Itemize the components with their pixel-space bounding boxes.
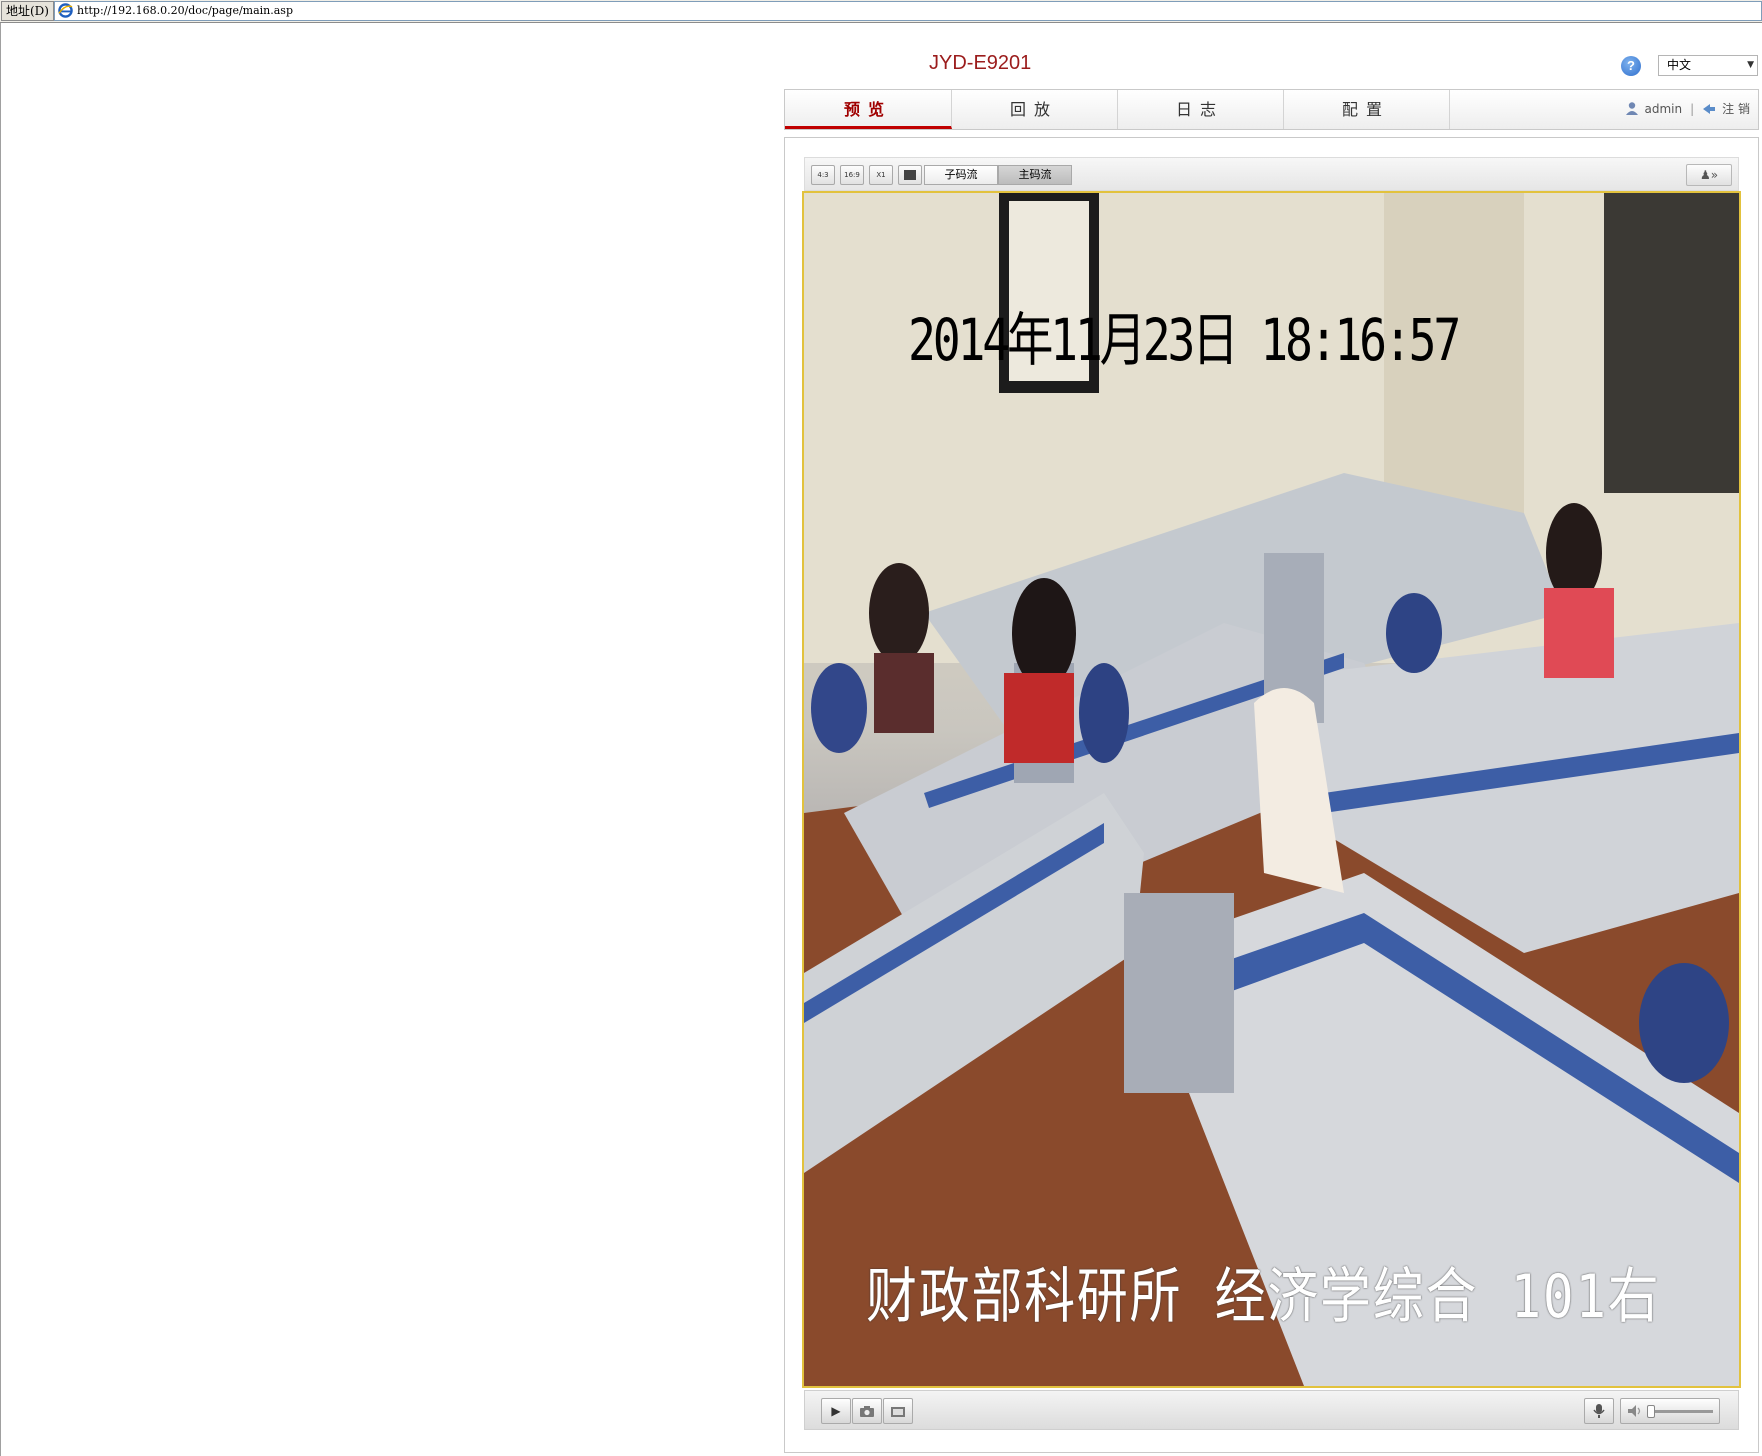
snapshot-icon xyxy=(860,1406,874,1417)
device-title: JYD-E9201 xyxy=(929,52,1032,74)
help-icon[interactable]: ? xyxy=(1621,56,1641,76)
chevron-down-icon: ▼ xyxy=(1747,60,1754,70)
fullscreen-button[interactable] xyxy=(898,165,922,185)
user-area: admin | 注 销 xyxy=(1625,90,1750,129)
video-toolbar: 4:3 16:9 X1 子码流 主码流 ♟» xyxy=(804,157,1739,191)
volume-icon[interactable] xyxy=(1627,1404,1643,1418)
tab-config[interactable]: 配置 xyxy=(1283,90,1450,129)
main-stream-button[interactable]: 主码流 xyxy=(998,165,1072,185)
language-select[interactable]: 中文 ▼ xyxy=(1658,55,1758,76)
browser-address-bar: 地址(D) http://192.168.0.20/doc/page/main.… xyxy=(0,0,1762,23)
tab-preview[interactable]: 预览 xyxy=(785,90,952,129)
ratio-original-button[interactable]: X1 xyxy=(869,165,893,185)
play-button[interactable]: ▶ xyxy=(821,1398,851,1424)
user-icon xyxy=(1625,102,1638,115)
sub-stream-button[interactable]: 子码流 xyxy=(924,165,998,185)
play-icon: ▶ xyxy=(831,1404,841,1418)
live-video[interactable]: 2014年11月23日 18:16:57 财政部科研所 经济学综合 101右 xyxy=(802,191,1741,1388)
username: admin xyxy=(1644,102,1683,116)
record-icon xyxy=(891,1407,905,1417)
volume-slider-track[interactable] xyxy=(1649,1410,1713,1413)
logout-icon[interactable] xyxy=(1702,101,1716,115)
user-separator: | xyxy=(1690,102,1695,116)
tab-log[interactable]: 日志 xyxy=(1117,90,1284,129)
video-control-bar: ▶ xyxy=(804,1390,1739,1430)
frame-divider xyxy=(0,23,1,1456)
volume-slider-handle[interactable] xyxy=(1647,1405,1655,1418)
fullscreen-icon xyxy=(904,170,916,180)
address-label: 地址(D) xyxy=(1,1,54,21)
intercom-button[interactable] xyxy=(1584,1398,1614,1424)
snapshot-button[interactable] xyxy=(852,1398,882,1424)
expand-icon: » xyxy=(1710,168,1719,182)
ratio-16-9-button[interactable]: 16:9 xyxy=(840,165,864,185)
main-nav: 预览 回放 日志 配置 admin | 注 销 xyxy=(784,89,1759,130)
record-button[interactable] xyxy=(883,1398,913,1424)
ptz-icon: ♟ xyxy=(1699,168,1711,182)
ie-icon xyxy=(58,3,73,18)
osd-timestamp: 2014年11月23日 18:16:57 xyxy=(908,306,1461,374)
osd-channel-label: 财政部科研所 经济学综合 101右 xyxy=(866,1262,1661,1332)
language-value: 中文 xyxy=(1667,58,1692,72)
microphone-icon xyxy=(1593,1404,1605,1418)
logout-link[interactable]: 注 销 xyxy=(1722,102,1750,116)
address-url: http://192.168.0.20/doc/page/main.asp xyxy=(77,4,293,17)
ratio-4-3-button[interactable]: 4:3 xyxy=(811,165,835,185)
volume-control xyxy=(1620,1398,1720,1424)
ptz-toggle-button[interactable]: ♟» xyxy=(1686,164,1732,186)
address-input[interactable]: http://192.168.0.20/doc/page/main.asp xyxy=(54,1,1762,21)
tab-playback[interactable]: 回放 xyxy=(951,90,1118,129)
